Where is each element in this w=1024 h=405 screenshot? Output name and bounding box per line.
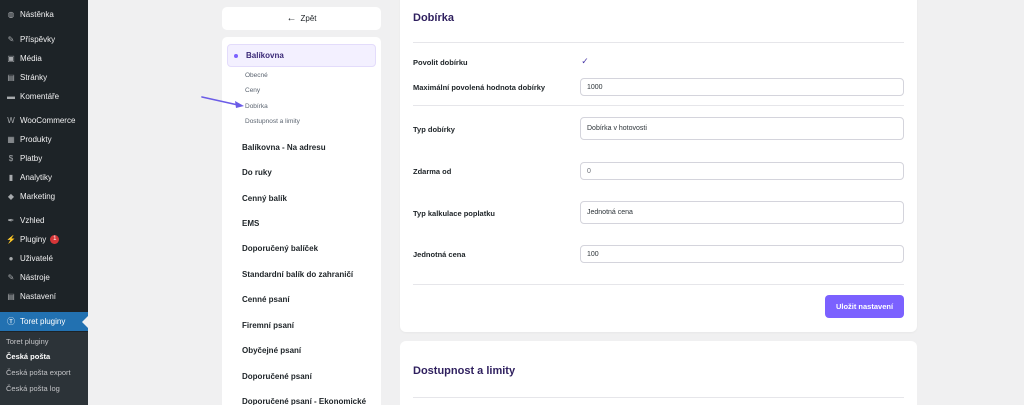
flat-price-label: Jednotná cena xyxy=(413,250,466,259)
enable-cod-checkbox[interactable]: ✓ xyxy=(580,56,590,66)
free-from-label: Zdarma od xyxy=(413,167,452,176)
nav-subitem-cod[interactable]: Dobírka xyxy=(245,103,268,110)
max-cod-input[interactable]: 1000 xyxy=(580,78,904,96)
shipping-method-nav: Balíkovna Obecné Ceny Dobírka Dostupnost… xyxy=(222,37,381,405)
cod-type-label: Typ dobírky xyxy=(413,125,455,134)
admin-menu-item[interactable]: ● Uživatelé xyxy=(0,249,88,268)
nav-subitem-availability[interactable]: Dostupnost a limity xyxy=(245,118,300,125)
cod-settings-card: Dobírka Povolit dobírku ✓ Maximální povo… xyxy=(400,0,917,332)
nav-item[interactable]: Doporučený balíček xyxy=(242,244,318,253)
nav-item[interactable]: EMS xyxy=(242,219,259,228)
admin-menu-item[interactable]: ▣ Média xyxy=(0,49,88,68)
admin-menu-item[interactable]: Ⓣ Toret pluginy xyxy=(0,312,88,331)
media-icon: ▣ xyxy=(7,53,15,63)
admin-menu-item[interactable]: ◆ Marketing xyxy=(0,187,88,206)
divider xyxy=(413,397,904,398)
nav-item[interactable]: Do ruky xyxy=(242,168,272,177)
pin-icon: ✎ xyxy=(7,34,15,44)
admin-menu-label: Komentáře xyxy=(20,92,60,101)
admin-menu-label: Média xyxy=(20,54,42,63)
admin-menu-item[interactable]: W WooCommerce xyxy=(0,111,88,130)
save-settings-button[interactable]: Uložit nastavení xyxy=(825,295,904,318)
marketing-icon: ◆ xyxy=(7,191,15,201)
admin-menu-item[interactable]: ▮ Analytiky xyxy=(0,168,88,187)
admin-menu-item[interactable]: ▬ Komentáře xyxy=(0,87,88,106)
back-button-label: Zpět xyxy=(300,14,317,23)
admin-submenu-item[interactable]: Česká pošta log xyxy=(6,384,60,393)
nav-item[interactable]: Obyčejné psaní xyxy=(242,346,301,355)
arrow-left-icon: ← xyxy=(286,13,297,24)
nav-item-active[interactable]: Balíkovna xyxy=(227,44,376,67)
nav-item[interactable]: Firemní psaní xyxy=(242,321,294,330)
admin-menu-label: Uživatelé xyxy=(20,254,53,263)
divider xyxy=(413,284,904,285)
admin-menu-label: Nástroje xyxy=(20,273,50,282)
admin-menu-label: Nastavení xyxy=(20,292,57,301)
nav-item-active-label: Balíkovna xyxy=(246,51,284,60)
admin-menu-item[interactable]: ✒ Vzhled xyxy=(0,211,88,230)
admin-menu-label: Marketing xyxy=(20,192,56,201)
users-icon: ● xyxy=(8,253,14,263)
dashboard-icon: ◍ xyxy=(7,9,15,19)
annotation-arrow-icon xyxy=(201,96,244,108)
admin-menu-label: Toret pluginy xyxy=(20,317,66,326)
update-count-badge: 1 xyxy=(50,235,60,244)
nav-item[interactable]: Doporučené psaní xyxy=(242,372,312,381)
admin-menu-label: Nástěnka xyxy=(20,10,54,19)
nav-item[interactable]: Cenný balík xyxy=(242,194,287,203)
comment-icon: ▬ xyxy=(7,91,15,101)
admin-menu-item[interactable]: ▤ Stránky xyxy=(0,68,88,87)
flat-price-input[interactable]: 100 xyxy=(580,245,904,263)
woocommerce-icon: W xyxy=(7,115,15,125)
plugins-icon: ⚡ xyxy=(6,234,16,244)
tools-icon: ✎ xyxy=(7,272,15,282)
fee-calc-type-label: Typ kalkulace poplatku xyxy=(413,209,495,218)
admin-menu-item[interactable]: ✎ Příspěvky xyxy=(0,30,88,49)
admin-menu-item[interactable]: ⚡ Pluginy 1 xyxy=(0,230,88,249)
admin-menu-item[interactable]: ◍ Nástěnka xyxy=(0,5,88,24)
admin-menu-item[interactable]: ▤ Nastavení xyxy=(0,287,88,306)
admin-submenu-item[interactable]: Toret pluginy xyxy=(6,337,49,346)
appearance-icon: ✒ xyxy=(7,215,15,225)
fee-calc-type-select[interactable]: Jednotná cena xyxy=(580,201,904,224)
nav-item[interactable]: Balíkovna - Na adresu xyxy=(242,143,326,152)
payments-icon: $ xyxy=(8,153,14,163)
admin-menu-item[interactable]: ▦ Produkty xyxy=(0,130,88,149)
admin-menu-item[interactable]: $ Platby xyxy=(0,149,88,168)
page-icon: ▤ xyxy=(7,72,15,82)
nav-subitem-general[interactable]: Obecné xyxy=(245,72,268,79)
analytics-icon: ▮ xyxy=(8,172,14,182)
admin-menu-label: Analytiky xyxy=(20,173,53,182)
admin-menu-label: Stránky xyxy=(20,73,48,82)
back-button[interactable]: ← Zpět xyxy=(222,7,381,30)
toret-icon: Ⓣ xyxy=(7,316,15,326)
settings-icon: ▤ xyxy=(7,291,15,301)
availability-card: Dostupnost a limity xyxy=(400,341,917,405)
admin-menu-label: Produkty xyxy=(20,135,52,144)
checkmark-icon: ✓ xyxy=(581,56,589,66)
card-title: Dostupnost a limity xyxy=(413,365,516,377)
nav-item[interactable]: Standardní balík do zahraničí xyxy=(242,270,353,279)
active-dot-icon xyxy=(234,53,238,58)
nav-subitem-prices[interactable]: Ceny xyxy=(245,87,260,94)
admin-menu-label: Platby xyxy=(20,154,43,163)
divider xyxy=(413,105,904,106)
free-from-input[interactable]: 0 xyxy=(580,162,904,180)
admin-menu-label: Vzhled xyxy=(20,216,45,225)
products-icon: ▦ xyxy=(7,134,15,144)
admin-submenu: Toret pluginy Česká pošta Česká pošta expo… xyxy=(0,332,88,405)
admin-submenu-item[interactable]: Česká pošta xyxy=(6,352,50,361)
admin-submenu-item[interactable]: Česká pošta export xyxy=(6,368,71,377)
max-cod-label: Maximální povolená hodnota dobírky xyxy=(413,83,546,92)
admin-menu-item[interactable]: ✎ Nástroje xyxy=(0,268,88,287)
admin-menu-label: Pluginy xyxy=(20,235,47,244)
card-title: Dobírka xyxy=(413,12,454,24)
enable-cod-label: Povolit dobírku xyxy=(413,58,468,67)
nav-item[interactable]: Doporučené psaní - Ekonomické xyxy=(242,397,366,405)
admin-menu-label: WooCommerce xyxy=(20,116,76,125)
divider xyxy=(413,42,904,43)
admin-menu-label: Příspěvky xyxy=(20,35,56,44)
nav-item[interactable]: Cenné psaní xyxy=(242,295,290,304)
cod-type-select[interactable]: Dobírka v hotovosti xyxy=(580,117,904,140)
